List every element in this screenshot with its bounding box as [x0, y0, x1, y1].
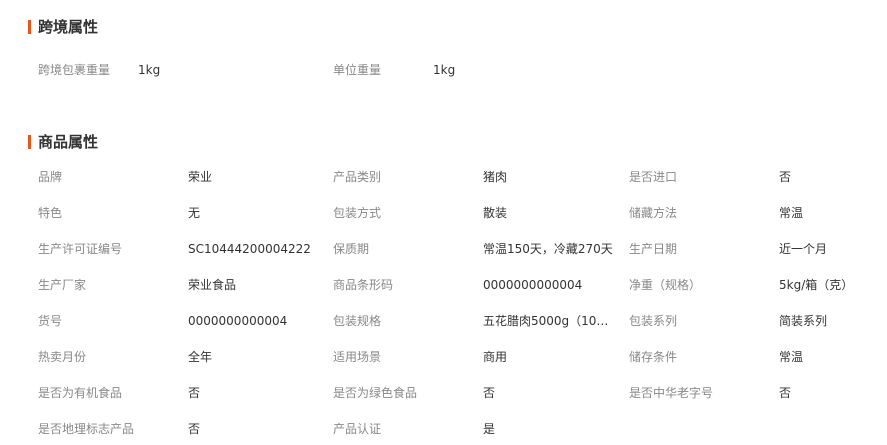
attr-label: 生产厂家 [38, 278, 87, 292]
attr-value: 散装 [483, 206, 508, 220]
attr-label: 产品类别 [333, 170, 382, 184]
attr-value: 1kg [138, 63, 161, 77]
attr-value: 0000000000004 [188, 314, 288, 328]
attr-value: 0000000000004 [483, 278, 583, 292]
attr-label: 净重（规格） [629, 278, 702, 292]
attr-value: 荣业食品 [188, 278, 237, 292]
attr-label: 是否进口 [629, 170, 678, 184]
attr-label: 包装方式 [333, 206, 382, 220]
attr-label: 是否为绿色食品 [333, 386, 418, 400]
attr-value: 是 [483, 422, 496, 436]
attr-label: 保质期 [333, 242, 370, 256]
section-accent-bar [28, 135, 31, 149]
attr-label: 储存条件 [629, 350, 678, 364]
attr-value: 商用 [483, 350, 508, 364]
attr-value: 近一个月 [779, 242, 828, 256]
attr-value: 否 [779, 386, 792, 400]
attr-label: 商品条形码 [333, 278, 394, 292]
attr-label: 包装规格 [333, 314, 382, 328]
attr-value: 常温 [779, 350, 804, 364]
attr-label: 产品认证 [333, 422, 382, 436]
attr-label: 包装系列 [629, 314, 678, 328]
attr-label: 跨境包裹重量 [38, 63, 111, 77]
section-title-text: 商品属性 [38, 133, 99, 151]
attr-value: 猪肉 [483, 170, 508, 184]
section-accent-bar [28, 20, 31, 34]
attr-value: 5kg/箱（克） [779, 278, 854, 292]
cross-border-section-title: 跨境属性 [28, 18, 98, 36]
attr-label: 生产日期 [629, 242, 678, 256]
attr-label: 生产许可证编号 [38, 242, 123, 256]
attr-value: 荣业 [188, 170, 213, 184]
attr-label: 适用场景 [333, 350, 382, 364]
attr-value: 无 [188, 206, 201, 220]
attr-value: 否 [779, 170, 792, 184]
attr-value: SC10444200004222 [188, 242, 311, 256]
attr-label: 品牌 [38, 170, 63, 184]
attr-label: 单位重量 [333, 63, 382, 77]
attr-label: 是否地理标志产品 [38, 422, 135, 436]
attr-value: 1kg [433, 63, 456, 77]
section-title-text: 跨境属性 [38, 18, 99, 36]
attr-value: 否 [188, 422, 201, 436]
attr-value: 常温150天，冷藏270天 [483, 242, 613, 256]
attr-value: 否 [483, 386, 496, 400]
attr-label: 热卖月份 [38, 350, 87, 364]
attr-value: 简装系列 [779, 314, 828, 328]
attr-label: 特色 [38, 206, 63, 220]
attr-label: 货号 [38, 314, 63, 328]
attr-value: 全年 [188, 350, 213, 364]
attr-label: 是否为有机食品 [38, 386, 123, 400]
attr-value: 常温 [779, 206, 804, 220]
attr-label: 储藏方法 [629, 206, 678, 220]
attr-value: 五花腊肉5000g（10… [483, 314, 609, 328]
product-section-title: 商品属性 [28, 133, 98, 151]
attr-value: 否 [188, 386, 201, 400]
attr-label: 是否中华老字号 [629, 386, 714, 400]
